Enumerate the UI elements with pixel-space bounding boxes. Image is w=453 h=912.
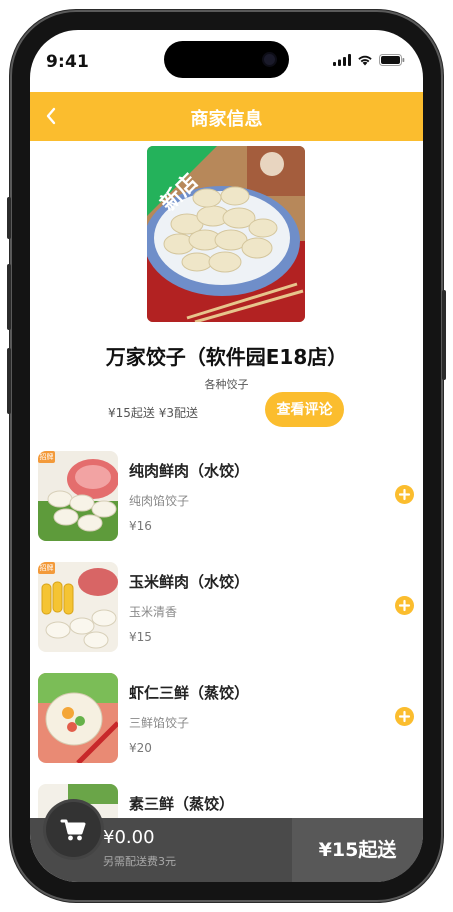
- cart-total: ¥0.00: [103, 827, 155, 848]
- product-image: [38, 673, 118, 763]
- delivery-fee-note: 另需配送费3元: [103, 855, 176, 868]
- dynamic-island: [164, 41, 289, 78]
- product-desc: 纯肉馅饺子: [129, 494, 190, 508]
- add-to-cart-button[interactable]: [395, 707, 414, 726]
- nav-bar: 商家信息: [30, 92, 423, 141]
- plus-icon: [398, 599, 411, 612]
- battery-icon: [379, 54, 405, 66]
- product-price: ¥20: [129, 741, 152, 755]
- side-button-right: [442, 290, 446, 380]
- status-time: 9:41: [46, 52, 90, 72]
- list-item[interactable]: 招牌 玉米鲜肉（水饺） 玉米清香 ¥15: [30, 559, 423, 669]
- shop-image: 新店: [147, 146, 305, 322]
- dumplings-image: [147, 146, 305, 322]
- product-image: 招牌: [38, 562, 118, 652]
- add-to-cart-button[interactable]: [395, 485, 414, 504]
- plus-icon: [398, 488, 411, 501]
- product-price: ¥16: [129, 519, 152, 533]
- side-button-left-1: [7, 197, 11, 239]
- shop-category: 各种饺子: [204, 378, 249, 391]
- camera-icon: [264, 54, 275, 65]
- page-title: 商家信息: [190, 109, 263, 130]
- product-price: ¥15: [129, 630, 152, 644]
- product-desc: 玉米清香: [129, 605, 178, 619]
- status-icons: [333, 54, 405, 66]
- signature-badge: 招牌: [38, 562, 55, 574]
- status-bar: 9:41: [30, 30, 423, 92]
- add-to-cart-button[interactable]: [395, 596, 414, 615]
- cart-button[interactable]: [46, 802, 101, 857]
- list-item[interactable]: 虾仁三鲜（蒸饺） 三鲜馅饺子 ¥20: [30, 670, 423, 780]
- product-image: 招牌: [38, 451, 118, 541]
- product-desc: 三鲜馅饺子: [129, 716, 190, 730]
- shop-name: 万家饺子（软件园E18店）: [105, 345, 348, 369]
- wifi-icon: [358, 55, 372, 66]
- side-button-left-2: [7, 264, 11, 330]
- view-reviews-button[interactable]: 查看评论: [265, 392, 344, 427]
- product-name: 素三鲜（蒸饺）: [129, 795, 235, 813]
- min-order-label: ¥15起送: [318, 839, 397, 861]
- shopping-cart-icon: [60, 819, 86, 841]
- side-button-left-3: [7, 348, 11, 414]
- shop-fee-info: ¥15起送 ¥3配送: [108, 406, 198, 420]
- signal-icon: [333, 54, 351, 66]
- screen: 9:41 商家信息 新店 万家饺子（软件园E18店） 各种饺子 ¥15起送 ¥3…: [30, 30, 423, 882]
- product-name: 玉米鲜肉（水饺）: [129, 573, 250, 591]
- list-item[interactable]: 招牌 纯肉鲜肉（水饺） 纯肉馅饺子 ¥16: [30, 448, 423, 558]
- signature-badge: 招牌: [38, 451, 55, 463]
- plus-icon: [398, 710, 411, 723]
- product-name: 虾仁三鲜（蒸饺）: [129, 684, 250, 702]
- product-name: 纯肉鲜肉（水饺）: [129, 462, 250, 480]
